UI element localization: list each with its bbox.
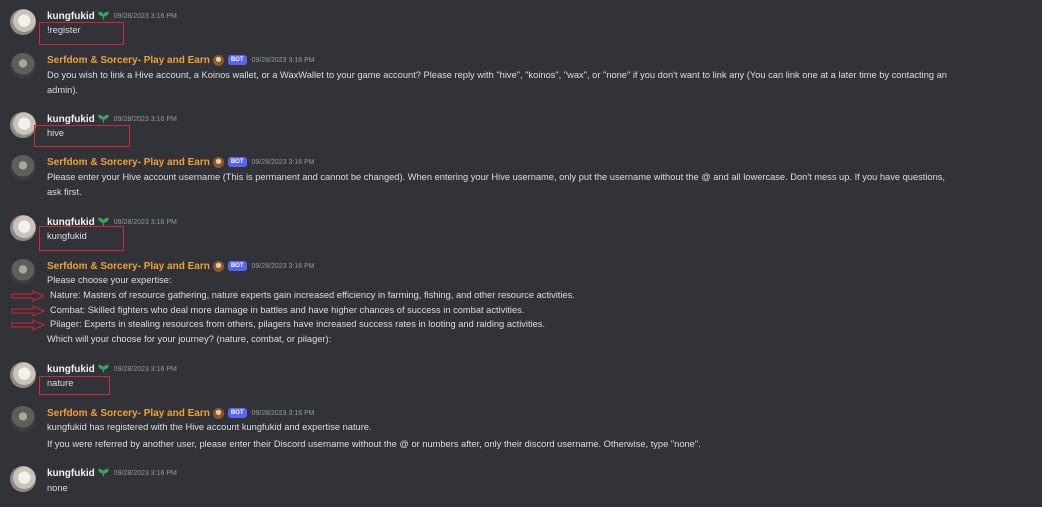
arrow-annotation-icon [11,319,45,331]
timestamp: 09/28/2023 3:16 PM [113,218,177,226]
timestamp: 09/28/2023 3:16 PM [113,365,177,373]
username[interactable]: kungfukid [47,364,95,375]
server-icon [212,407,224,419]
timestamp: 09/28/2023 3:16 PM [113,469,177,477]
bot-badge: BOT [227,157,247,167]
message-text: kungfukid has registered with the Hive a… [47,422,372,432]
highlight-box [34,125,130,147]
leaf-badge-icon [98,114,109,123]
message-text: Please choose your expertise: [47,275,172,285]
username[interactable]: kungfukid [47,468,95,479]
user-avatar[interactable] [10,362,36,388]
arrow-annotation-icon [11,305,45,317]
user-avatar[interactable] [10,112,36,138]
bot-username[interactable]: Serfdom & Sorcery- Play and Earn [47,408,210,419]
highlight-box [39,376,110,395]
user-avatar[interactable] [10,215,36,241]
leaf-badge-icon [98,364,109,373]
message-text: Please enter your Hive account username … [47,172,946,182]
message-text: none [47,483,68,493]
user-avatar[interactable] [10,9,36,35]
server-icon [212,156,224,168]
bot-username[interactable]: Serfdom & Sorcery- Play and Earn [47,261,210,272]
message-text: Pilager: Experts in stealing resources f… [50,319,546,329]
user-avatar[interactable] [10,466,36,492]
bot-username[interactable]: Serfdom & Sorcery- Play and Earn [47,157,210,168]
message-text: ask first. [47,187,82,197]
bot-avatar[interactable] [10,155,36,181]
leaf-badge-icon [98,11,109,20]
timestamp: 09/28/2023 3:16 PM [113,12,177,20]
bot-avatar[interactable] [10,406,36,432]
message-text: Nature: Masters of resource gathering, n… [50,290,575,300]
username[interactable]: kungfukid [47,11,95,22]
bot-badge: BOT [227,55,247,65]
timestamp: 09/28/2023 3:16 PM [251,158,315,166]
leaf-badge-icon [98,468,109,477]
bot-avatar[interactable] [10,259,36,285]
bot-badge: BOT [227,408,247,418]
server-icon [212,54,224,66]
timestamp: 09/28/2023 3:16 PM [251,56,315,64]
arrow-annotation-icon [11,290,45,302]
bot-username[interactable]: Serfdom & Sorcery- Play and Earn [47,55,210,66]
bot-badge: BOT [227,261,247,271]
highlight-box [39,22,124,45]
timestamp: 09/28/2023 3:16 PM [251,409,315,417]
server-icon [212,260,224,272]
highlight-box [39,226,124,251]
timestamp: 09/28/2023 3:16 PM [113,115,177,123]
message-text: Combat: Skilled fighters who deal more d… [50,305,525,315]
message-text: If you were referred by another user, pl… [47,439,701,449]
message-text: Do you wish to link a Hive account, a Ko… [47,70,947,80]
bot-avatar[interactable] [10,53,36,79]
timestamp: 09/28/2023 3:16 PM [251,262,315,270]
message-text: admin). [47,85,79,95]
message-text: Which will your choose for your journey?… [47,334,332,344]
username[interactable]: kungfukid [47,114,95,125]
